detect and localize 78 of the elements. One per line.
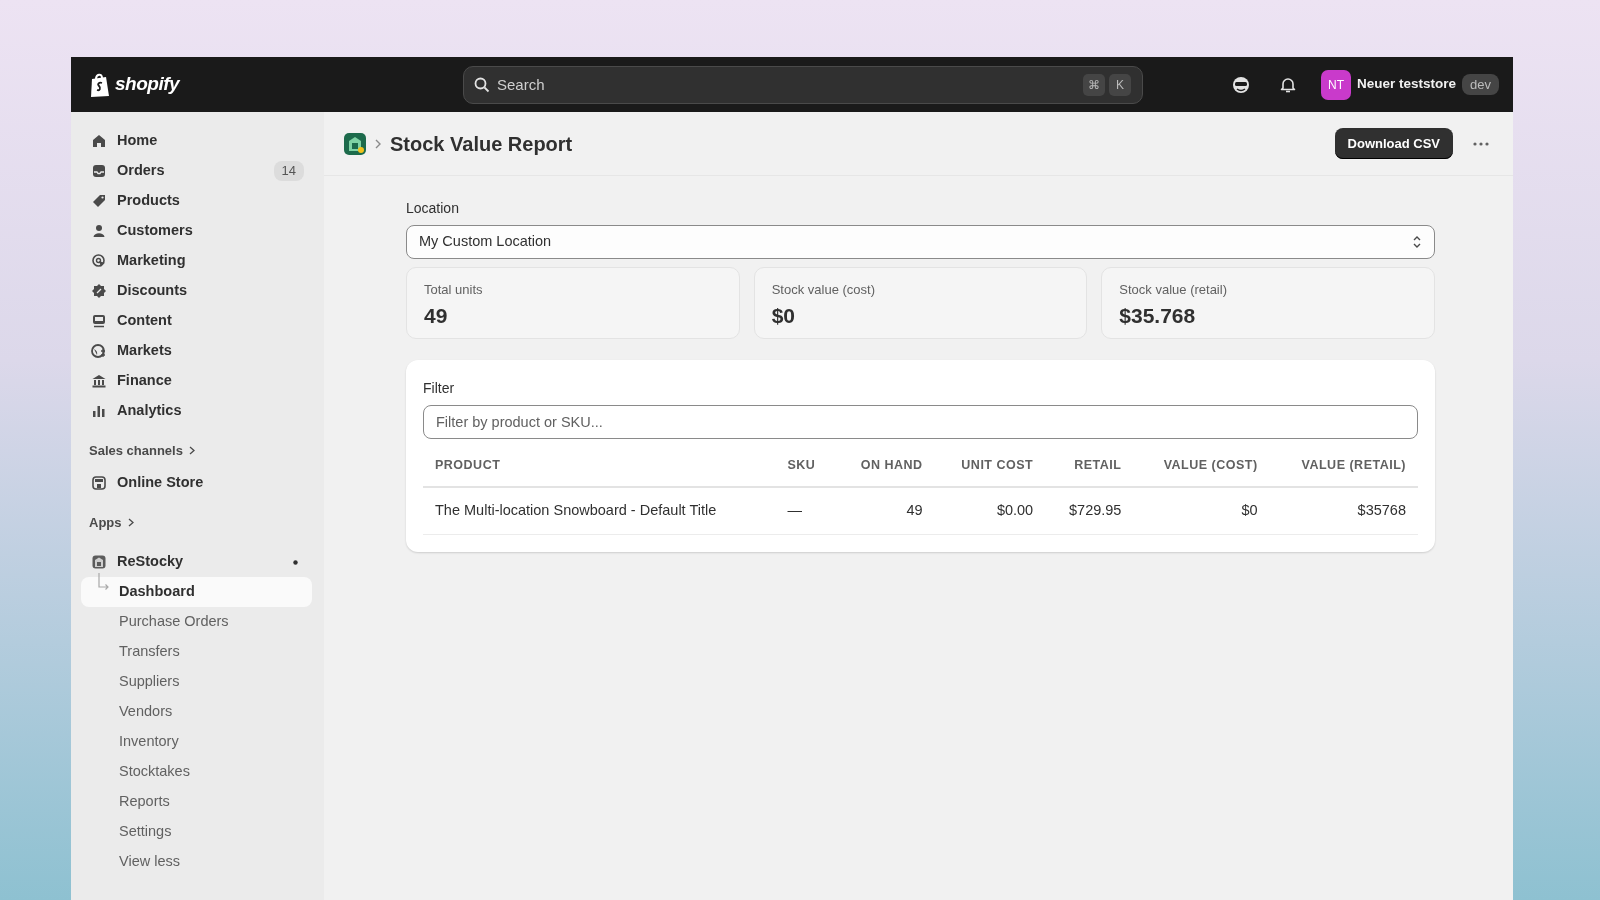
person-icon xyxy=(91,223,107,239)
store-avatar[interactable]: NT xyxy=(1321,69,1351,100)
column-header: RETAIL xyxy=(1045,445,1134,487)
stat-label: Total units xyxy=(424,281,484,299)
tag-icon xyxy=(91,193,107,209)
stat-label: Stock value (retail) xyxy=(1119,281,1228,299)
page-title: Stock Value Report xyxy=(390,131,573,156)
column-header: VALUE (RETAIL) xyxy=(1269,445,1418,487)
field-label: Filter xyxy=(423,379,456,398)
search-icon xyxy=(474,76,490,93)
mascot-icon[interactable] xyxy=(1231,74,1251,95)
breadcrumb-chevron-icon xyxy=(374,138,382,149)
sub-nav-item[interactable]: Transfers xyxy=(81,637,312,667)
stat-label: Stock value (cost) xyxy=(771,281,876,299)
section-heading[interactable]: Apps xyxy=(81,512,142,532)
stat-value: $0 xyxy=(771,302,796,329)
stat-value: 49 xyxy=(424,302,449,329)
app-icon[interactable] xyxy=(344,132,366,155)
bell-icon[interactable] xyxy=(1279,75,1297,94)
bank-icon xyxy=(91,373,107,389)
nav-item[interactable]: Marketing xyxy=(81,246,312,276)
logo-text[interactable]: shopify xyxy=(115,70,180,99)
home-icon xyxy=(91,133,107,149)
app-nav-item[interactable]: ReStocky xyxy=(81,547,312,577)
filter-input[interactable]: Filter by product or SKU... xyxy=(423,405,1418,439)
nav-item[interactable]: Customers xyxy=(81,216,312,246)
nav-item[interactable]: Discounts xyxy=(81,276,312,306)
bar-chart-icon xyxy=(91,403,107,419)
sub-nav-item[interactable]: Purchase Orders xyxy=(81,607,312,637)
nav-item[interactable]: Orders 14 xyxy=(81,156,312,186)
download-csv-button[interactable]: Download CSV xyxy=(1334,127,1453,160)
nav-item[interactable]: Analytics xyxy=(81,396,312,426)
nav-item[interactable]: Markets xyxy=(81,336,312,366)
sub-nav-item[interactable]: Suppliers xyxy=(81,667,312,697)
column-header: PRODUCT xyxy=(423,445,776,487)
monitor-icon xyxy=(91,313,107,329)
chevron-icon xyxy=(127,517,134,527)
sub-nav-item[interactable]: Inventory xyxy=(81,727,312,757)
globe-icon xyxy=(91,343,107,359)
discount-icon xyxy=(91,283,107,299)
sub-nav-item[interactable]: Vendors xyxy=(81,697,312,727)
nav-item[interactable]: Online Store xyxy=(81,467,312,498)
chevron-icon xyxy=(188,446,195,456)
column-header: VALUE (COST) xyxy=(1133,445,1270,487)
column-header: SKU xyxy=(775,445,836,487)
sub-nav-item[interactable]: Settings xyxy=(81,817,312,847)
logo-icon xyxy=(89,71,111,98)
nav-item[interactable]: Home xyxy=(81,126,312,156)
nav-item[interactable]: Content xyxy=(81,306,312,336)
store-name[interactable]: Neuer teststore xyxy=(1357,74,1457,95)
section-heading[interactable]: Sales channels xyxy=(81,441,203,461)
select-arrows-icon xyxy=(1412,235,1422,249)
shortcut-key: ⌘ xyxy=(1083,73,1105,96)
table-cell: $0 xyxy=(1133,486,1270,534)
sub-nav-item[interactable]: Stocktakes xyxy=(81,757,312,787)
table-cell: $35768 xyxy=(1269,486,1418,534)
storefront-icon xyxy=(91,474,107,491)
field-label: Location xyxy=(406,199,460,218)
app-icon xyxy=(91,554,107,570)
count-badge: 14 xyxy=(273,161,304,181)
table-cell: $0.00 xyxy=(934,486,1046,534)
column-header: ON HAND xyxy=(835,445,935,487)
dev-tag: dev xyxy=(1462,73,1499,96)
inbox-icon xyxy=(91,163,107,179)
sub-nav-item[interactable]: View less xyxy=(81,847,312,877)
table-cell: 49 xyxy=(835,486,935,534)
column-header: UNIT COST xyxy=(934,445,1046,487)
table-cell: $729.95 xyxy=(1045,486,1134,534)
nav-item[interactable]: Products xyxy=(81,186,312,216)
table-cell: — xyxy=(775,486,836,534)
table-cell: The Multi-location Snowboard - Default Title xyxy=(423,486,776,534)
nav-item[interactable]: Finance xyxy=(81,366,312,396)
more-actions-icon[interactable] xyxy=(1473,141,1489,146)
sub-nav-item[interactable]: Reports xyxy=(81,787,312,817)
location-select[interactable]: My Custom Location xyxy=(406,225,1435,259)
target-icon xyxy=(91,253,107,269)
stat-value: $35.768 xyxy=(1119,302,1197,329)
shortcut-key: K xyxy=(1109,73,1131,96)
